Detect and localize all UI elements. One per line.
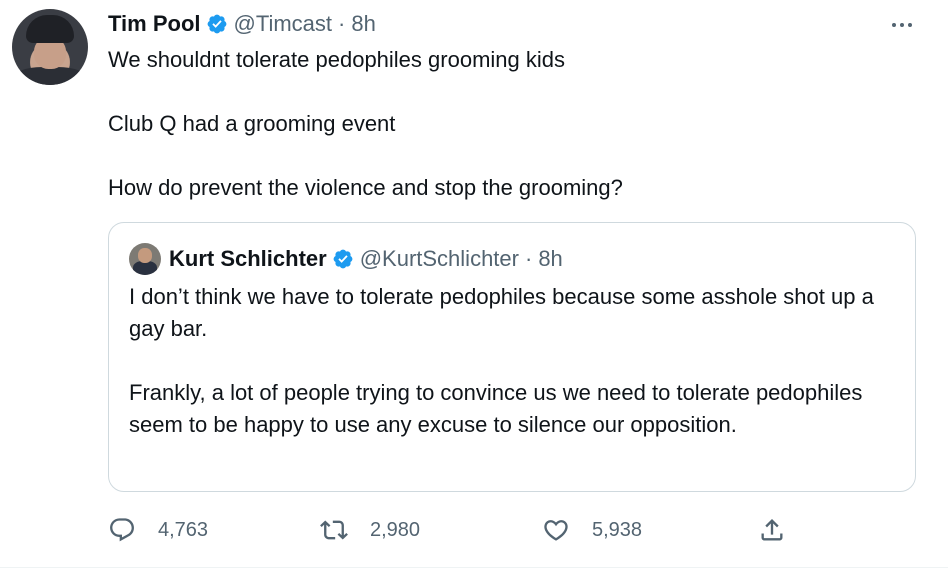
retweet-icon [320,520,348,540]
quoted-tweet-timestamp: 8h [538,246,563,271]
reply-icon [110,518,134,542]
like-button[interactable]: 5,938 [542,510,642,550]
header-separator: · [524,246,533,271]
reply-button[interactable]: 4,763 [108,510,208,550]
tweet-actions: 4,763 2,980 5,938 [108,510,808,550]
header-separator: · [338,11,346,36]
verified-badge-icon [333,249,353,269]
quoted-author-handle: @KurtSchlichter [359,246,519,271]
share-button[interactable] [758,510,786,550]
like-icon [544,520,568,541]
tweet-header: Tim Pool @Timcast · 8h [108,10,376,38]
retweet-count: 2,980 [370,518,421,541]
avatar-beanie [26,15,74,43]
quoted-paragraph: Frankly, a lot of people trying to convi… [129,380,863,437]
quoted-tweet-body: I don’t think we have to tolerate pedoph… [129,281,909,441]
quoted-avatar-face [138,248,152,263]
quoted-author-name: Kurt Schlichter [169,246,327,271]
author-name[interactable]: Tim Pool [108,11,201,37]
tweet-body: We shouldnt tolerate pedophiles grooming… [108,44,908,204]
more-dot [900,23,904,27]
tweet-line: We shouldnt tolerate pedophiles grooming… [108,47,565,72]
author-avatar[interactable] [12,9,88,85]
tweet-timestamp[interactable]: 8h [351,11,375,37]
quoted-author-avatar [129,243,161,275]
more-dot [908,23,912,27]
tweet-line: Club Q had a grooming event [108,111,396,136]
reply-count: 4,763 [158,518,209,541]
quoted-tweet-header: Kurt Schlichter @KurtSchlichter · 8h [169,245,563,273]
tweet-line: How do prevent the violence and stop the… [108,175,623,200]
verified-badge-icon [207,14,226,34]
quoted-avatar-suit [133,261,157,275]
avatar-shoulders [12,67,88,85]
share-icon [761,519,783,541]
quoted-paragraph: I don’t think we have to tolerate pedoph… [129,284,874,341]
retweet-button[interactable]: 2,980 [320,510,420,550]
more-dot [892,23,896,27]
quoted-tweet[interactable]: Kurt Schlichter @KurtSchlichter · 8h I d… [108,222,916,492]
more-options-icon[interactable] [884,14,920,36]
author-handle[interactable]: @Timcast [234,11,333,37]
like-count: 5,938 [592,518,643,541]
